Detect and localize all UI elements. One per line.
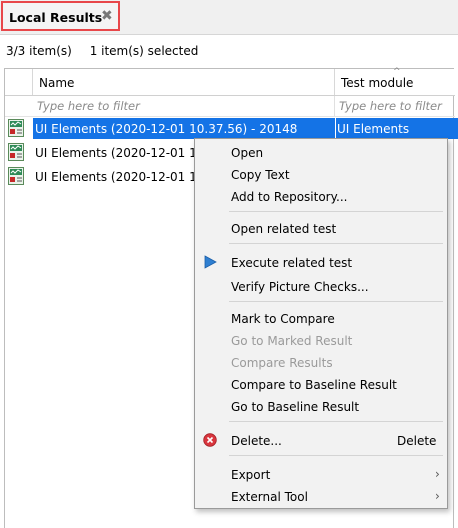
menu-item-copy-text[interactable]: Copy Text bbox=[195, 164, 447, 185]
menu-item-label: Open bbox=[231, 146, 264, 160]
menu-item-label: Compare to Baseline Result bbox=[231, 378, 397, 392]
menu-item-label: External Tool bbox=[231, 490, 308, 504]
column-header-name-label: Name bbox=[39, 76, 75, 90]
tab-title: Local Results bbox=[9, 10, 103, 25]
name-filter-input[interactable] bbox=[33, 96, 335, 116]
menu-item-label: Mark to Compare bbox=[231, 312, 335, 326]
menu-item-external-tool[interactable]: External Tool › bbox=[195, 486, 447, 507]
menu-item-go-to-marked-result: Go to Marked Result bbox=[195, 330, 447, 351]
context-menu: Open Copy Text Add to Repository... Open… bbox=[194, 138, 448, 509]
menu-item-shortcut: Delete bbox=[397, 434, 437, 448]
menu-item-label: Copy Text bbox=[231, 168, 290, 182]
menu-item-export[interactable]: Export › bbox=[195, 464, 447, 485]
tab-strip: Local Results ✖ bbox=[0, 0, 458, 35]
delete-icon bbox=[203, 433, 217, 447]
close-icon[interactable]: ✖ bbox=[101, 8, 113, 24]
menu-separator bbox=[229, 301, 443, 302]
menu-separator bbox=[229, 243, 443, 244]
column-header-test-module[interactable]: ^ Test module bbox=[335, 67, 453, 95]
menu-item-verify-picture-checks[interactable]: Verify Picture Checks... bbox=[195, 276, 447, 297]
play-icon bbox=[204, 255, 217, 269]
test-result-failed-icon bbox=[8, 119, 24, 137]
table-header: Name ^ Test module bbox=[5, 67, 455, 96]
column-header-name[interactable]: Name bbox=[33, 69, 335, 95]
menu-item-execute-related-test[interactable]: Execute related test bbox=[195, 252, 447, 273]
menu-item-label: Compare Results bbox=[231, 356, 333, 370]
column-divider bbox=[335, 118, 336, 139]
menu-separator bbox=[229, 211, 443, 212]
module-filter-input[interactable] bbox=[335, 96, 453, 116]
column-header-icon bbox=[5, 69, 33, 95]
menu-item-label: Open related test bbox=[231, 222, 337, 236]
menu-item-delete[interactable]: Delete... Delete bbox=[195, 430, 447, 451]
menu-item-open-related-test[interactable]: Open related test bbox=[195, 218, 447, 239]
menu-item-label: Delete... bbox=[231, 434, 282, 448]
filter-row bbox=[5, 96, 455, 117]
menu-item-add-to-repository[interactable]: Add to Repository... bbox=[195, 186, 447, 207]
menu-item-label: Execute related test bbox=[231, 256, 353, 270]
column-header-module-label: Test module bbox=[341, 76, 414, 90]
menu-item-compare-to-baseline[interactable]: Compare to Baseline Result bbox=[195, 374, 447, 395]
menu-item-label: Export bbox=[231, 468, 271, 482]
submenu-arrow-icon: › bbox=[435, 467, 440, 481]
menu-item-open[interactable]: Open bbox=[195, 142, 447, 163]
menu-item-compare-results: Compare Results bbox=[195, 352, 447, 373]
sort-ascending-icon: ^ bbox=[393, 67, 401, 77]
menu-item-label: Verify Picture Checks... bbox=[231, 280, 369, 294]
row-name: UI Elements (2020-12-01 10 bbox=[35, 170, 205, 184]
selection-count: 1 item(s) selected bbox=[89, 44, 199, 58]
menu-item-label: Go to Marked Result bbox=[231, 334, 353, 348]
test-result-failed-icon bbox=[8, 167, 24, 185]
menu-item-label: Add to Repository... bbox=[231, 190, 348, 204]
menu-item-mark-to-compare[interactable]: Mark to Compare bbox=[195, 308, 447, 329]
row-name: UI Elements (2020-12-01 10 bbox=[35, 146, 205, 160]
test-result-failed-icon bbox=[8, 143, 24, 161]
status-bar: 3/3 item(s) 1 item(s) selected bbox=[6, 44, 212, 58]
item-count: 3/3 item(s) bbox=[6, 44, 72, 58]
submenu-arrow-icon: › bbox=[435, 489, 440, 503]
menu-item-go-to-baseline[interactable]: Go to Baseline Result bbox=[195, 396, 447, 417]
menu-separator bbox=[229, 455, 443, 456]
row-module: UI Elements bbox=[337, 122, 410, 136]
tab-local-results[interactable]: Local Results ✖ bbox=[1, 1, 120, 31]
row-name: UI Elements (2020-12-01 10.37.56) - 2014… bbox=[35, 122, 298, 136]
menu-item-label: Go to Baseline Result bbox=[231, 400, 360, 414]
menu-separator bbox=[229, 421, 443, 422]
